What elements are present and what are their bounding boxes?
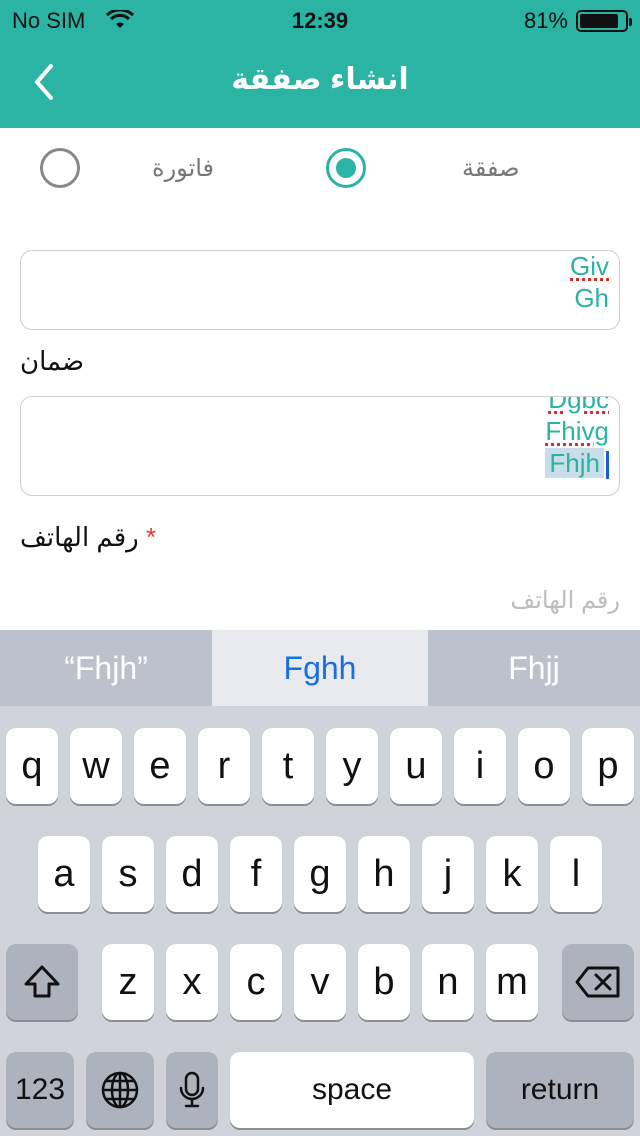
shift-key[interactable]: [6, 944, 78, 1020]
battery-percent: 81%: [523, 8, 568, 33]
key-s[interactable]: s: [102, 836, 154, 912]
key-n[interactable]: n: [422, 944, 474, 1020]
key-u[interactable]: u: [390, 728, 442, 804]
key-t[interactable]: t: [262, 728, 314, 804]
selected-text: Fhjh: [545, 448, 604, 478]
phone-label: رقم الهاتف *: [20, 522, 156, 553]
suggestion-3[interactable]: Fhjj: [428, 630, 640, 706]
key-a[interactable]: a: [38, 836, 90, 912]
guarantee-label: ضمان: [20, 346, 85, 376]
key-z[interactable]: z: [102, 944, 154, 1020]
globe-key[interactable]: [86, 1052, 154, 1128]
textarea-line: Fhjh: [545, 447, 609, 480]
radio-deal[interactable]: [326, 148, 366, 188]
microphone-icon: [179, 1071, 205, 1108]
key-b[interactable]: b: [358, 944, 410, 1020]
phone-input[interactable]: رقم الهاتف: [510, 586, 620, 615]
space-key[interactable]: space: [230, 1052, 474, 1128]
radio-label-deal: صفقة: [462, 155, 520, 182]
textarea-line: Fhivg: [545, 416, 609, 446]
key-o[interactable]: o: [518, 728, 570, 804]
page-title: انشاء صفقة: [231, 63, 409, 96]
key-g[interactable]: g: [294, 836, 346, 912]
textarea-line: Giv: [570, 251, 609, 281]
key-q[interactable]: q: [6, 728, 58, 804]
return-key[interactable]: return: [486, 1052, 634, 1128]
battery-icon: [576, 10, 632, 32]
key-e[interactable]: e: [134, 728, 186, 804]
key-c[interactable]: c: [230, 944, 282, 1020]
text-caret: [606, 451, 609, 480]
status-bar: No SIM 12:39 81%: [0, 0, 640, 40]
key-i[interactable]: i: [454, 728, 506, 804]
key-d[interactable]: d: [166, 836, 218, 912]
phone-label-text: رقم الهاتف: [20, 522, 139, 552]
key-y[interactable]: y: [326, 728, 378, 804]
radio-selected-dot: [336, 158, 356, 178]
globe-icon: [101, 1071, 139, 1109]
radio-invoice[interactable]: [40, 148, 80, 188]
key-k[interactable]: k: [486, 836, 538, 912]
key-j[interactable]: j: [422, 836, 474, 912]
header: No SIM 12:39 81% انشاء صفقة: [0, 0, 640, 128]
key-r[interactable]: r: [198, 728, 250, 804]
keyboard: “Fhjh” Fghh Fhjj q w e r t y u i o p a s…: [0, 630, 640, 1136]
key-p[interactable]: p: [582, 728, 634, 804]
suggestion-1[interactable]: “Fhjh”: [0, 630, 212, 706]
numbers-key[interactable]: 123: [6, 1052, 74, 1128]
details-textarea[interactable]: Giv Gh: [20, 250, 620, 330]
key-m[interactable]: m: [486, 944, 538, 1020]
type-selector: صفقة فاتورة: [0, 128, 640, 212]
radio-label-invoice: فاتورة: [152, 155, 215, 182]
key-f[interactable]: f: [230, 836, 282, 912]
key-x[interactable]: x: [166, 944, 218, 1020]
delete-key[interactable]: [562, 944, 634, 1020]
backspace-icon: [575, 966, 620, 998]
key-h[interactable]: h: [358, 836, 410, 912]
shift-icon: [24, 965, 60, 998]
suggestion-bar: “Fhjh” Fghh Fhjj: [0, 630, 640, 706]
key-l[interactable]: l: [550, 836, 602, 912]
key-w[interactable]: w: [70, 728, 122, 804]
key-v[interactable]: v: [294, 944, 346, 1020]
guarantee-textarea[interactable]: Dgbc Fhivg Fhjh: [20, 396, 620, 496]
suggestion-2[interactable]: Fghh: [212, 630, 428, 706]
dictation-key[interactable]: [166, 1052, 218, 1128]
required-mark: *: [145, 522, 157, 552]
nav-bar: انشاء صفقة: [0, 40, 640, 128]
textarea-line: Dgbc: [548, 396, 609, 414]
textarea-line: Gh: [574, 283, 609, 313]
